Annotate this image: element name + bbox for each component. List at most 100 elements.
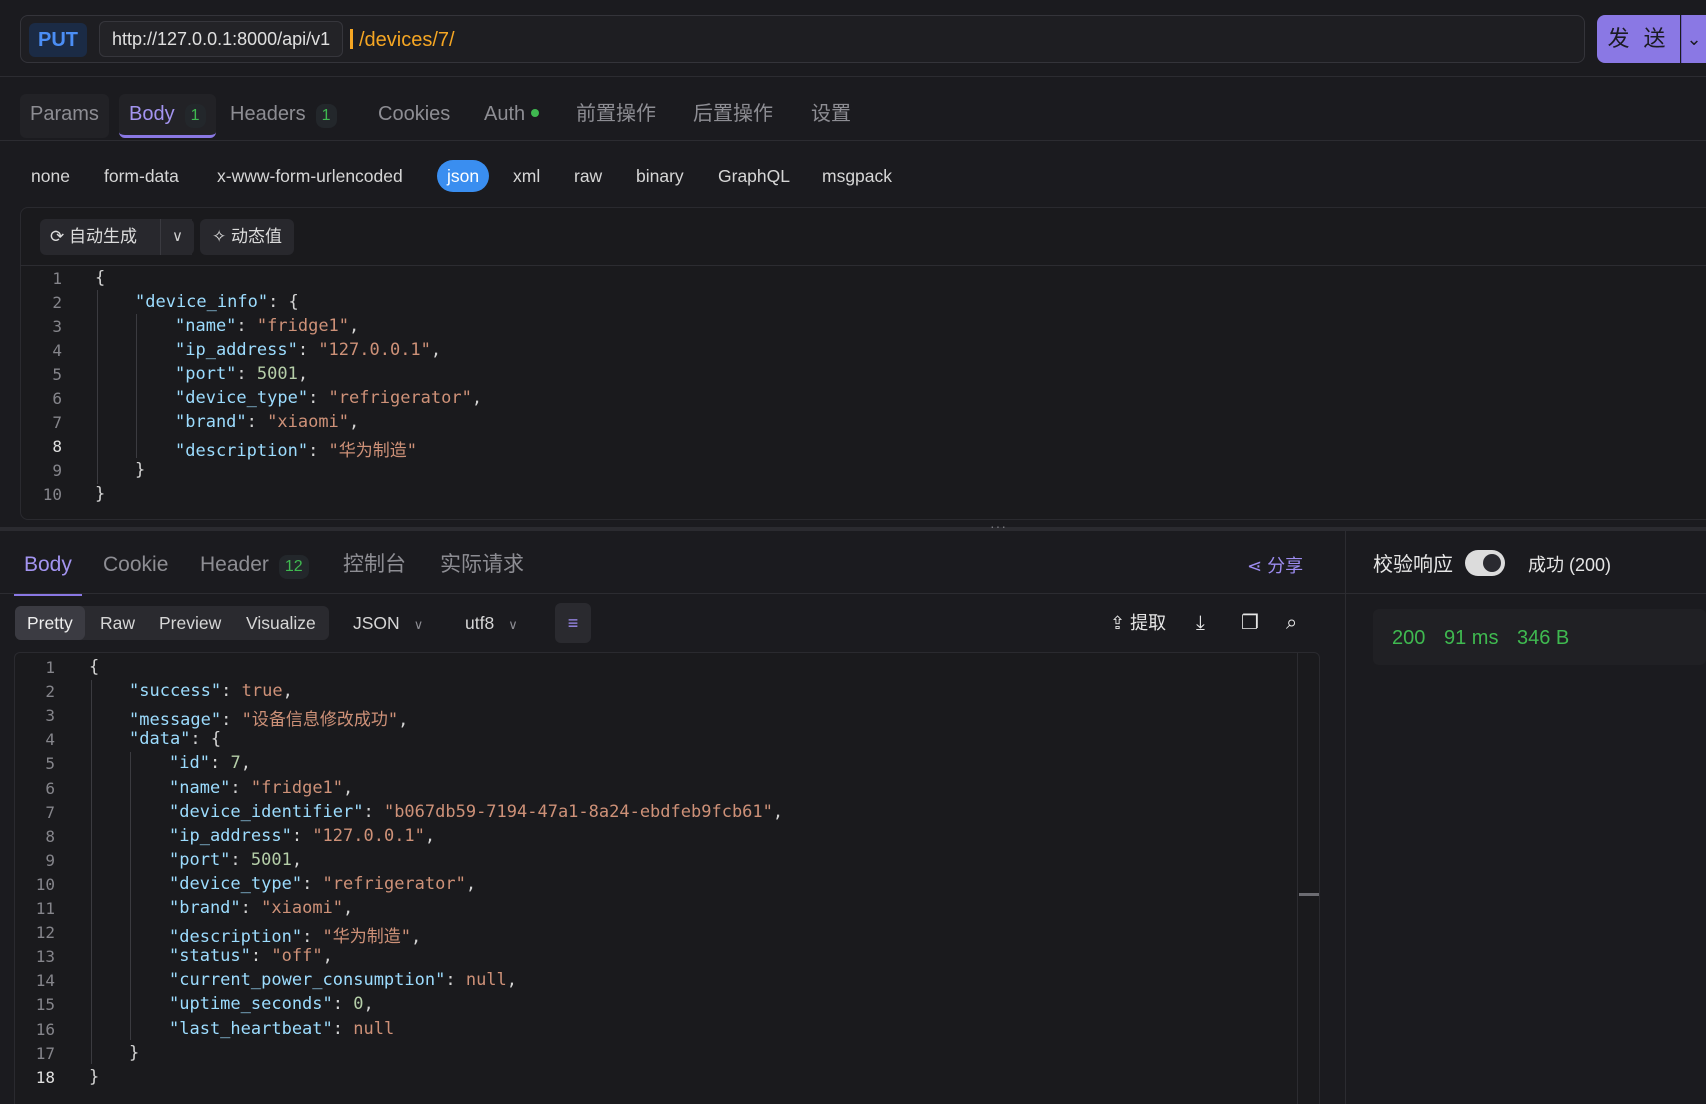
chevron-down-icon: ∨ xyxy=(508,617,518,632)
code-token: , xyxy=(322,946,333,967)
line-number: 6 xyxy=(52,389,62,408)
code-token: "设备信息修改成功" xyxy=(241,710,399,731)
line-number: 10 xyxy=(35,874,55,894)
share-button[interactable]: ⋖ 分享 xyxy=(1247,552,1303,580)
scrollbar-thumb[interactable] xyxy=(1299,893,1319,896)
body-type-xml[interactable]: xml xyxy=(513,160,540,192)
line-number: 4 xyxy=(52,341,62,360)
line-number: 1 xyxy=(52,269,62,288)
search-icon[interactable]: ⌕ xyxy=(1286,610,1297,636)
body-type-binary[interactable]: binary xyxy=(636,160,684,192)
divider xyxy=(0,140,1706,141)
body-type-json[interactable]: json xyxy=(437,160,490,192)
tab-pre-operations[interactable]: 前置操作 xyxy=(576,94,656,138)
dynamic-value-button[interactable]: ✧ 动态值 xyxy=(200,219,294,255)
divider xyxy=(1345,531,1346,1104)
body-type-urlencoded[interactable]: x-www-form-urlencoded xyxy=(217,160,403,192)
scrollbar-track[interactable] xyxy=(1297,653,1298,1104)
code-token: "name" xyxy=(169,777,231,798)
code-token: , xyxy=(343,898,354,918)
tab-settings[interactable]: 设置 xyxy=(811,94,851,138)
tab-params[interactable]: Params xyxy=(20,94,109,138)
base-url-select[interactable]: http://127.0.0.1:8000/api/v1 xyxy=(99,21,344,57)
code-token: , xyxy=(398,710,409,731)
line-number: 10 xyxy=(42,485,62,504)
code-token: : xyxy=(246,412,268,432)
response-tab-cookie[interactable]: Cookie xyxy=(103,548,168,596)
code-token: , xyxy=(430,340,442,360)
code-token: : xyxy=(332,994,354,1015)
response-tab-actual-request[interactable]: 实际请求 xyxy=(440,548,524,596)
format-value: JSON xyxy=(353,613,400,633)
body-type-raw[interactable]: raw xyxy=(574,160,602,192)
code-line: "device_type": "refrigerator", xyxy=(175,388,482,408)
code-token: "ip_address" xyxy=(175,340,298,360)
tab-label: Cookie xyxy=(103,553,169,576)
count-badge: 12 xyxy=(278,555,309,579)
code-line: "description": "华为制造" xyxy=(175,436,417,461)
code-token: null xyxy=(353,1018,395,1039)
body-type-msgpack[interactable]: msgpack xyxy=(822,160,892,192)
word-wrap-button[interactable]: ≡ xyxy=(555,603,591,643)
view-pretty[interactable]: Pretty xyxy=(15,606,85,640)
tab-post-operations[interactable]: 后置操作 xyxy=(693,94,773,138)
code-token: "127.0.0.1" xyxy=(312,825,425,846)
code-line: "port": 5001, xyxy=(169,850,302,870)
wrap-icon: ≡ xyxy=(567,613,579,633)
code-line: "name": "fridge1", xyxy=(175,316,359,336)
code-token: "success" xyxy=(129,681,222,702)
send-dropdown-button[interactable]: ⌄ xyxy=(1681,15,1706,63)
extract-button[interactable]: ⇪ 提取 xyxy=(1110,610,1166,636)
view-preview[interactable]: Preview xyxy=(147,606,233,640)
body-type-none[interactable]: none xyxy=(31,160,70,192)
body-type-form-data[interactable]: form-data xyxy=(104,160,179,192)
divider xyxy=(20,265,1706,266)
url-path-input[interactable]: /devices/7/ xyxy=(359,26,455,54)
copy-icon[interactable]: ❐ xyxy=(1241,610,1259,636)
code-token: "127.0.0.1" xyxy=(318,340,431,360)
body-type-graphql[interactable]: GraphQL xyxy=(718,160,790,192)
chevron-down-icon: ⌄ xyxy=(1686,29,1702,49)
response-tab-body[interactable]: Body xyxy=(14,548,82,596)
line-number: 11 xyxy=(35,899,55,918)
code-token: { xyxy=(95,268,106,288)
code-token: : xyxy=(236,316,257,336)
method-selector[interactable]: PUT xyxy=(29,23,87,57)
line-number: 14 xyxy=(35,971,55,991)
code-token: "refrigerator" xyxy=(328,388,472,408)
code-line: "ip_address": "127.0.0.1", xyxy=(175,340,441,360)
view-raw[interactable]: Raw xyxy=(88,606,147,640)
tab-label: Body xyxy=(24,553,72,576)
code-token: : xyxy=(209,753,231,774)
tab-cookies[interactable]: Cookies xyxy=(378,94,450,138)
drag-handle-icon[interactable]: ··· xyxy=(990,518,1007,534)
chevron-down-icon: ∨ xyxy=(413,617,424,632)
line-number: 13 xyxy=(35,947,55,967)
code-token: , xyxy=(343,777,354,798)
tab-headers[interactable]: Headers 1 xyxy=(230,94,337,138)
code-token: : xyxy=(230,849,251,870)
code-line: "current_power_consumption": null, xyxy=(169,970,517,990)
response-tab-header[interactable]: Header 12 xyxy=(200,548,309,596)
response-tab-console[interactable]: 控制台 xyxy=(343,548,406,596)
download-icon[interactable]: ⤓ xyxy=(1196,610,1205,636)
divider xyxy=(0,76,1706,77)
count-badge: 1 xyxy=(315,104,337,128)
code-token: : xyxy=(221,710,242,731)
auto-generate-dropdown[interactable]: ∨ xyxy=(160,219,194,255)
code-token: , xyxy=(291,849,303,870)
code-token: , xyxy=(411,927,422,948)
code-token: , xyxy=(465,873,477,894)
encoding-select[interactable]: utf8 ∨ xyxy=(465,606,518,640)
tab-label: Body xyxy=(129,103,175,125)
format-select[interactable]: JSON ∨ xyxy=(353,606,423,640)
tab-auth[interactable]: Auth xyxy=(484,94,540,138)
code-token: "华为制造" xyxy=(328,441,418,461)
indent-guide xyxy=(130,752,131,1040)
tab-label: 设置 xyxy=(811,103,851,125)
send-button[interactable]: 发 送 xyxy=(1597,15,1680,63)
view-visualize[interactable]: Visualize xyxy=(234,606,328,640)
code-line: "id": 7, xyxy=(169,753,251,773)
tab-body[interactable]: Body 1 xyxy=(119,94,216,138)
panel-splitter[interactable] xyxy=(0,527,1706,531)
